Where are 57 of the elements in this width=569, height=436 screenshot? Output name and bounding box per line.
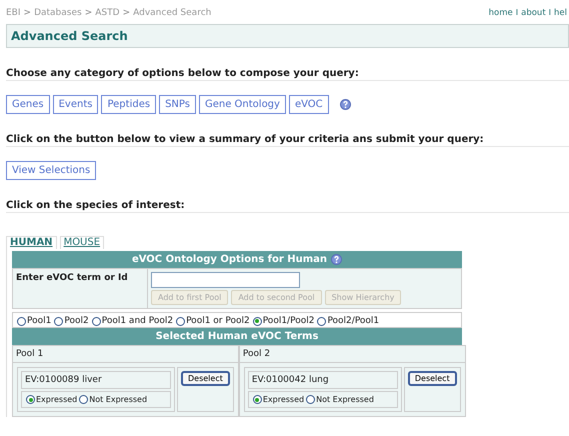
section-title: Selected Human eVOC Terms	[12, 328, 462, 345]
breadcrumb-link[interactable]: Databases	[34, 8, 82, 22]
radio-label: Expressed	[36, 395, 78, 404]
radio-label: Pool1/Pool2	[262, 316, 314, 326]
deselect-button[interactable]: Deselect	[181, 371, 230, 386]
section-heading: Click on the species of interest:	[6, 200, 569, 213]
radio-button[interactable]	[79, 395, 88, 404]
breadcrumb-link[interactable]: EBI	[6, 8, 21, 22]
nav-link[interactable]: home	[488, 8, 513, 22]
section-heading: Choose any category of options below to compose your query:	[6, 68, 569, 81]
radio-label: Pool2/Pool1	[327, 316, 380, 326]
pool-label: Pool 1	[13, 346, 238, 363]
radio-label: Pool1 or Pool2	[186, 316, 250, 326]
radio-button[interactable]	[54, 316, 64, 326]
category-button[interactable]: Gene Ontology	[198, 94, 286, 114]
breadcrumb-separator: >	[84, 8, 92, 20]
breadcrumb-separator: >	[122, 8, 130, 20]
link-separator: I	[516, 8, 518, 19]
pool-label: Pool 2	[240, 346, 465, 363]
species-tab[interactable]: HUMAN	[6, 236, 57, 249]
category-button[interactable]: eVOC	[288, 94, 329, 114]
category-button[interactable]: SNPs	[159, 94, 196, 114]
field-label: Enter eVOC term or Id	[13, 269, 148, 308]
radio-button[interactable]	[17, 316, 26, 326]
radio-label: Pool1 and Pool2	[102, 316, 174, 326]
category-button[interactable]: Genes	[6, 94, 50, 114]
radio-label: Expressed	[262, 395, 304, 404]
radio-button[interactable]	[176, 316, 186, 326]
term-input[interactable]	[151, 272, 300, 288]
radio-button[interactable]	[252, 395, 262, 404]
radio-button[interactable]	[92, 316, 101, 326]
panel-title: eVOC Ontology Options for Human	[132, 254, 328, 265]
help-icon[interactable]	[340, 98, 351, 110]
help-icon[interactable]	[331, 254, 342, 265]
category-button[interactable]: Peptides	[101, 94, 156, 114]
term-name: EV:0100042 lung	[248, 371, 398, 389]
radio-label: Pool2	[64, 316, 89, 326]
section-heading: Click on the button below to view a summary of your criteria ans submit your query:	[6, 134, 569, 147]
breadcrumb-separator: >	[24, 8, 32, 20]
radio-label: Not Expressed	[89, 395, 148, 404]
deselect-button[interactable]: Deselect	[408, 371, 457, 386]
nav-link[interactable]: about	[521, 8, 546, 22]
link-separator: I	[548, 8, 552, 19]
breadcrumb-link[interactable]: ASTD	[95, 8, 120, 22]
nav-link[interactable]: hel	[554, 8, 567, 22]
page-title: Advanced Search	[6, 24, 569, 48]
category-button[interactable]: Events	[52, 94, 98, 114]
radio-button[interactable]	[252, 316, 262, 326]
term-name: EV:0100089 liver	[21, 371, 171, 389]
radio-button[interactable]	[26, 395, 35, 404]
radio-button[interactable]	[306, 395, 316, 404]
species-tab[interactable]: MOUSE	[60, 236, 104, 249]
view-selections-button[interactable]: View Selections	[6, 160, 96, 180]
breadcrumb-link[interactable]: Advanced Search	[133, 8, 212, 22]
radio-button[interactable]	[317, 316, 326, 326]
radio-label: Pool1	[27, 316, 52, 326]
radio-label: Not Expressed	[316, 395, 374, 404]
